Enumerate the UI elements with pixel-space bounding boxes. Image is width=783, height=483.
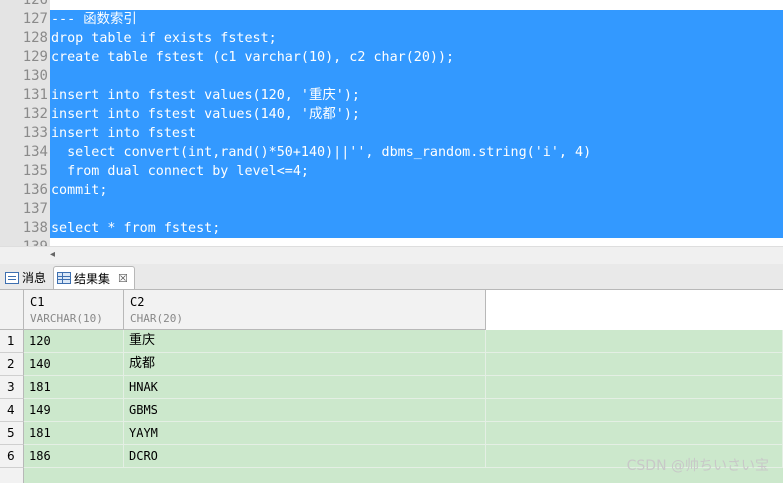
code-text: insert into fstest: [51, 126, 197, 141]
code-line[interactable]: 126: [0, 0, 783, 10]
code-line[interactable]: 133 insert into fstest: [0, 124, 783, 143]
grid-header-filler: [486, 290, 783, 330]
watermark: CSDN @帅ちいさい宝: [626, 458, 769, 474]
cell-c1[interactable]: 181: [24, 422, 124, 445]
code-line[interactable]: 134 select convert(int,rand()*50+140)||'…: [0, 143, 783, 162]
cell-c2[interactable]: 重庆: [124, 330, 486, 353]
grid-corner[interactable]: [0, 290, 24, 330]
line-number: 129: [22, 49, 48, 65]
scroll-left-icon[interactable]: ◂: [50, 249, 55, 260]
column-type: VARCHAR(10): [30, 312, 103, 325]
line-number: 135: [22, 163, 48, 179]
table-row[interactable]: 2 140 成都: [0, 353, 783, 376]
cell-c1[interactable]: 186: [24, 445, 124, 468]
code-text: from dual connect by level<=4;: [51, 164, 309, 179]
line-number: 128: [22, 30, 48, 46]
row-number[interactable]: 3: [0, 376, 24, 399]
cell-c1[interactable]: 140: [24, 353, 124, 376]
row-number[interactable]: 6: [0, 445, 24, 468]
row-filler: [486, 422, 783, 445]
cell-c2[interactable]: DCRO: [124, 445, 486, 468]
column-name: C1: [30, 295, 45, 309]
line-number: 132: [22, 106, 48, 122]
row-number[interactable]: 2: [0, 353, 24, 376]
tab-result-set-label: 结果集: [74, 271, 111, 286]
code-line[interactable]: 137: [0, 200, 783, 219]
table-row[interactable]: 3 181 HNAK: [0, 376, 783, 399]
result-tab-bar: 消息 结果集 ☒: [0, 264, 783, 290]
grid-header: C1 VARCHAR(10) C2 CHAR(20): [0, 290, 783, 330]
row-filler: [486, 399, 783, 422]
line-number: 137: [22, 201, 48, 217]
code-line[interactable]: 128 drop table if exists fstest;: [0, 29, 783, 48]
code-line[interactable]: 129 create table fstest (c1 varchar(10), …: [0, 48, 783, 67]
line-number: 136: [22, 182, 48, 198]
row-number[interactable]: 4: [0, 399, 24, 422]
code-text: insert into fstest values(120, '重庆');: [51, 88, 360, 103]
code-text: insert into fstest values(140, '成都');: [51, 107, 360, 122]
tab-result-set[interactable]: 结果集 ☒: [53, 266, 135, 289]
code-text: --- 函数索引: [51, 12, 137, 27]
tab-messages-label: 消息: [22, 271, 47, 285]
code-text: select * from fstest;: [51, 221, 221, 236]
code-text: create table fstest (c1 varchar(10), c2 …: [51, 50, 455, 65]
sql-editor[interactable]: 126 127 --- 函数索引 128 drop table if exists fs…: [0, 0, 783, 246]
tab-messages[interactable]: 消息: [2, 266, 49, 289]
table-row[interactable]: 1 120 重庆: [0, 330, 783, 353]
table-row[interactable]: 5 181 YAYM: [0, 422, 783, 445]
column-name: C2: [130, 295, 145, 309]
close-tab-icon[interactable]: ☒: [118, 272, 128, 285]
row-number[interactable]: 1: [0, 330, 24, 353]
code-text: select convert(int,rand()*50+140)||'', d…: [51, 145, 592, 160]
cell-c2[interactable]: 成都: [124, 353, 486, 376]
code-line[interactable]: 132 insert into fstest values(140, '成都');: [0, 105, 783, 124]
line-number: 131: [22, 87, 48, 103]
code-line[interactable]: 139: [0, 238, 783, 246]
code-line[interactable]: 130: [0, 67, 783, 86]
cell-c1[interactable]: 149: [24, 399, 124, 422]
line-number: 133: [22, 125, 48, 141]
row-number: [0, 468, 24, 483]
grid-icon: [57, 272, 71, 284]
code-text: drop table if exists fstest;: [51, 31, 277, 46]
row-filler: [486, 376, 783, 399]
code-line[interactable]: 127 --- 函数索引: [0, 10, 783, 29]
column-type: CHAR(20): [130, 312, 183, 325]
line-number: 134: [22, 144, 48, 160]
cell-c2[interactable]: GBMS: [124, 399, 486, 422]
messages-icon: [5, 271, 19, 284]
row-filler: [486, 353, 783, 376]
line-number: 130: [22, 68, 48, 84]
line-number: 127: [22, 11, 48, 27]
column-header-c2[interactable]: C2 CHAR(20): [124, 290, 486, 330]
code-line[interactable]: 135 from dual connect by level<=4;: [0, 162, 783, 181]
code-line[interactable]: 136 commit;: [0, 181, 783, 200]
code-line[interactable]: 131 insert into fstest values(120, '重庆');: [0, 86, 783, 105]
row-filler: [486, 330, 783, 353]
cell-c1[interactable]: 181: [24, 376, 124, 399]
horizontal-scrollbar[interactable]: ◂: [0, 246, 783, 264]
code-text: commit;: [51, 183, 108, 198]
column-header-c1[interactable]: C1 VARCHAR(10): [24, 290, 124, 330]
line-number: 138: [22, 220, 48, 236]
cell-c2[interactable]: HNAK: [124, 376, 486, 399]
line-number: 126: [22, 0, 48, 8]
row-number[interactable]: 5: [0, 422, 24, 445]
cell-c2[interactable]: YAYM: [124, 422, 486, 445]
table-row[interactable]: 4 149 GBMS: [0, 399, 783, 422]
cell-c1[interactable]: 120: [24, 330, 124, 353]
line-number: 139: [0, 238, 48, 246]
code-line[interactable]: 138 select * from fstest;: [0, 219, 783, 238]
